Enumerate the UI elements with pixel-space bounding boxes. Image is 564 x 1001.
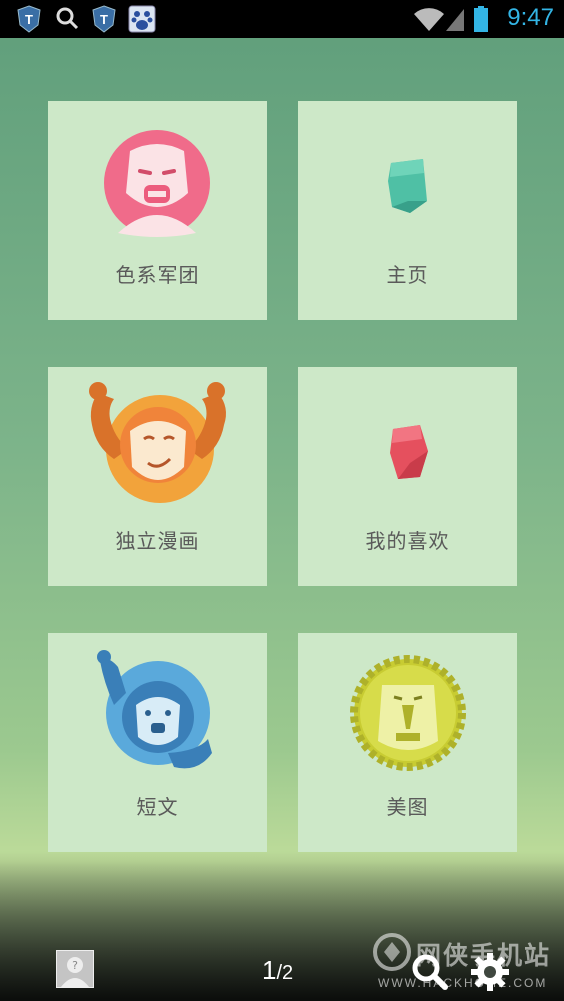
page-current: 1: [262, 955, 277, 985]
tile-label: 独立漫画: [115, 529, 200, 553]
tile-label: 短文: [136, 795, 179, 819]
pink-lion-icon: [104, 130, 210, 237]
avatar-icon: ?: [57, 951, 93, 987]
watermark: 网侠手机站 WWW.HACKHOME.COM: [372, 930, 560, 994]
teal-gem-icon: [388, 159, 427, 213]
tile-label: 色系军团: [115, 263, 200, 287]
blue-lion-icon: [97, 650, 212, 769]
watermark-url: WWW.HACKHOME.COM: [378, 976, 548, 990]
red-gem-icon: [390, 425, 428, 479]
watermark-logo-icon: [373, 933, 411, 971]
tile-home[interactable]: 主页: [298, 101, 517, 320]
page-indicator: 1/2: [262, 955, 293, 986]
yellow-lion-icon: [350, 655, 466, 771]
avatar-button[interactable]: ?: [56, 950, 94, 988]
tile-label: 我的喜欢: [365, 529, 450, 553]
tile-pictures[interactable]: 美图: [298, 633, 517, 852]
svg-text:?: ?: [72, 959, 78, 972]
watermark-text: 网侠手机站: [416, 941, 552, 970]
page-total: /2: [276, 962, 294, 984]
tile-color-legion[interactable]: 色系军团: [48, 101, 267, 320]
tile-short-articles[interactable]: 短文: [48, 633, 267, 852]
tile-label: 美图: [386, 795, 429, 819]
tile-label: 主页: [386, 263, 429, 287]
orange-lion-icon: [89, 382, 226, 503]
tile-my-favorites[interactable]: 我的喜欢: [298, 367, 517, 586]
tile-indie-comics[interactable]: 独立漫画: [48, 367, 267, 586]
